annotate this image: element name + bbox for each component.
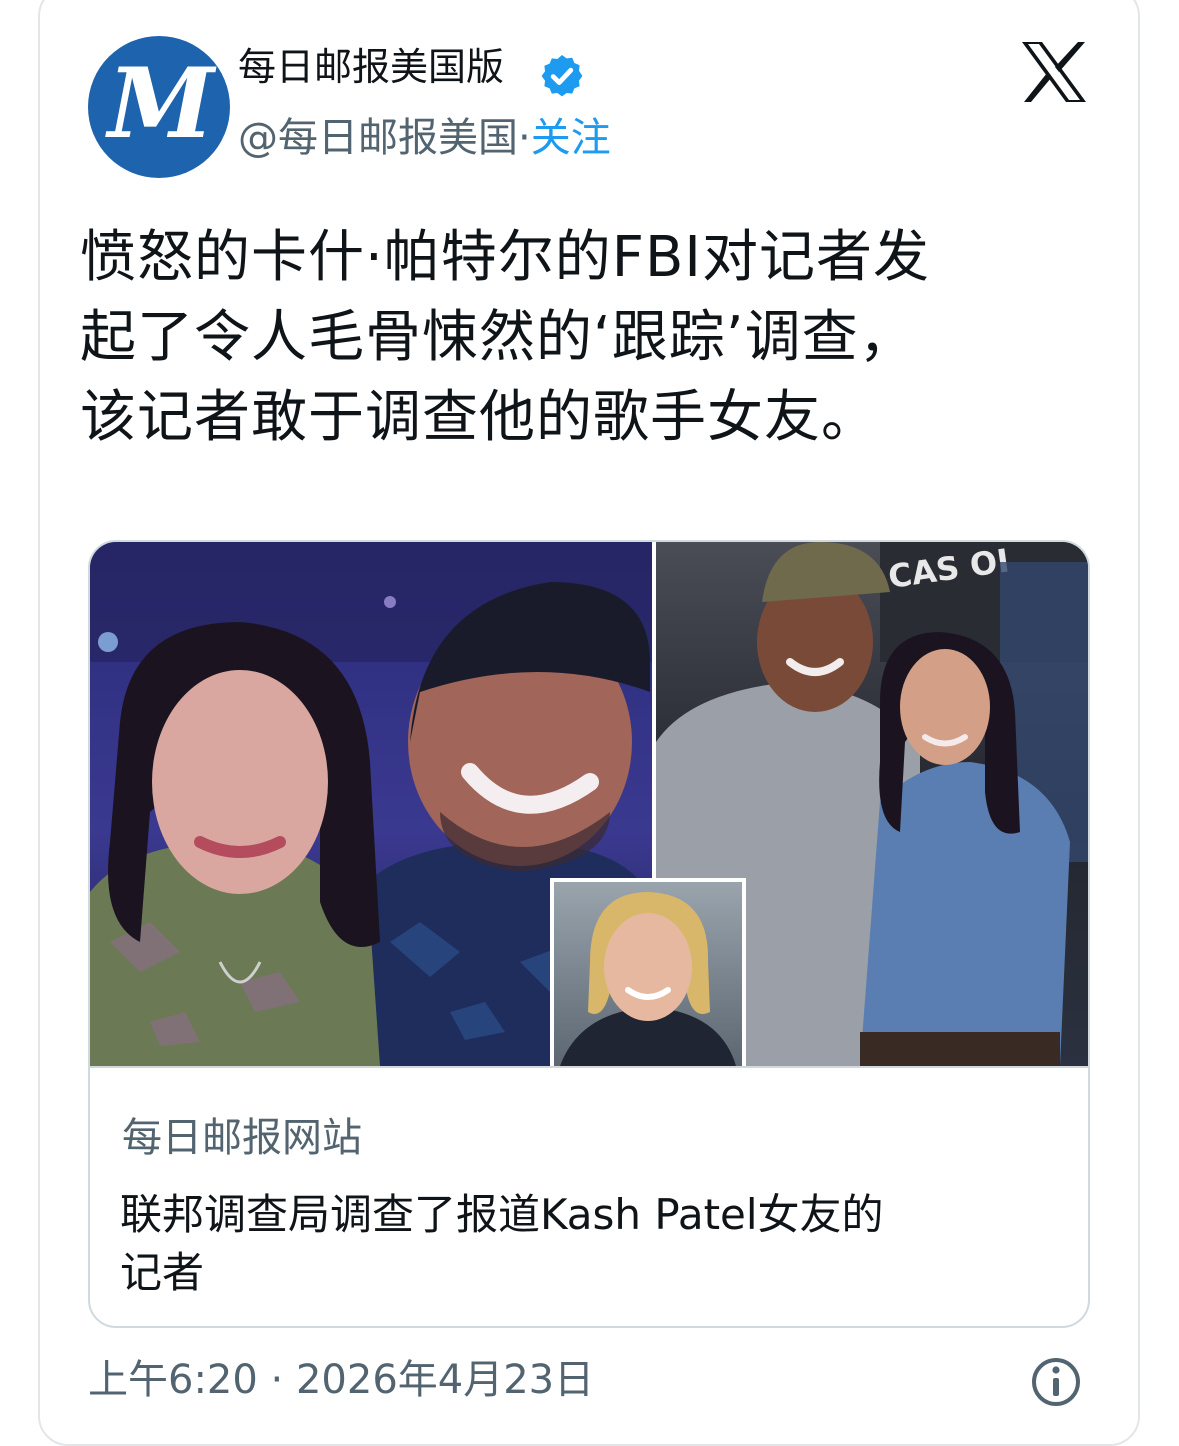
avatar-logo: M (107, 47, 214, 160)
card-title-line: 联邦调查局调查了报道Kash Patel女友的 (120, 1190, 884, 1239)
handle-separator: · (518, 115, 531, 161)
inset-woman-face (604, 913, 692, 1021)
verified-badge-icon (541, 55, 583, 97)
author-handle-row: @每日邮报美国·关注 (238, 118, 611, 158)
left-woman-face (152, 670, 328, 894)
tweet-text-line: 愤怒的卡什·帕特尔的FBI对记者发 (80, 225, 930, 290)
tweet-timestamp[interactable]: 上午6:20 · 2026年4月23日 (88, 1360, 594, 1400)
card-photo-collage[interactable]: CAS OI (90, 542, 1088, 1066)
tweet-text: 愤怒的卡什·帕特尔的FBI对记者发 起了令人毛骨悚然的‘跟踪’调查， 该记者敢于… (80, 218, 1090, 458)
follow-button[interactable]: 关注 (531, 115, 611, 161)
author-avatar[interactable]: M (88, 36, 230, 178)
author-handle[interactable]: @每日邮报美国 (238, 115, 518, 161)
card-domain: 每日邮报网站 (122, 1115, 362, 1161)
link-preview-card[interactable]: CAS OI 每日邮报网站 联邦调查局调查了报道Kash Patel女友的 记者 (88, 540, 1090, 1328)
x-logo-icon[interactable] (1020, 40, 1088, 104)
right-woman-face (900, 649, 990, 765)
card-meta: 每日邮报网站 联邦调查局调查了报道Kash Patel女友的 记者 (90, 1066, 1088, 1326)
author-display-name[interactable]: 每日邮报美国版 (238, 48, 504, 86)
tweet-text-line: 该记者敢于调查他的歌手女友。 (80, 385, 878, 450)
card-title: 联邦调查局调查了报道Kash Patel女友的 记者 (120, 1186, 1020, 1302)
photo-collage-image: CAS OI (90, 542, 1088, 1066)
tweet-text-line: 起了令人毛骨悚然的‘跟踪’调查， (80, 305, 916, 370)
info-icon[interactable] (1030, 1356, 1082, 1408)
card-title-line: 记者 (120, 1248, 205, 1297)
